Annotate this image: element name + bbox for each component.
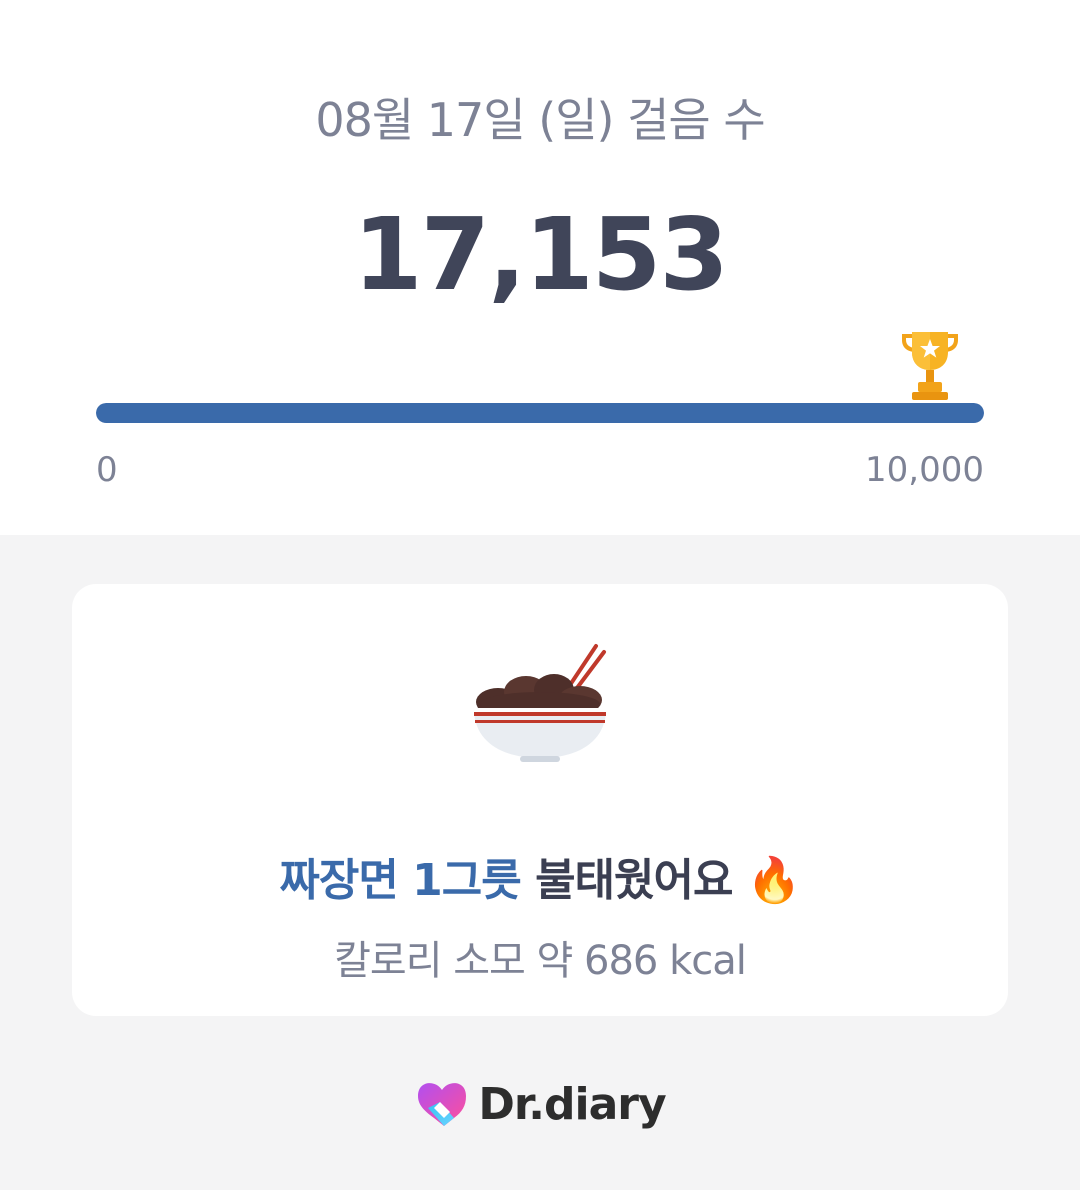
fire-icon: 🔥 (746, 855, 802, 906)
calorie-text: 칼로리 소모 약 686 kcal (334, 938, 747, 984)
step-progress-bar (96, 403, 984, 423)
burned-text: 불태웠어요 (535, 855, 733, 906)
brand-footer: Dr.diary (0, 1072, 1080, 1136)
brand-name: Dr.diary (478, 1078, 666, 1130)
step-count: 17,153 (353, 196, 729, 313)
calorie-headline: 짜장면 1그릇 불태웠어요 🔥 (72, 844, 1008, 908)
steps-summary-panel: 08월 17일 (일) 걸음 수 17,153 0 10,000 (0, 0, 1080, 535)
progress-scale-max: 10,000 (865, 450, 984, 490)
jajangmyeon-bowl-icon (474, 644, 606, 762)
progress-scale-min: 0 (96, 450, 118, 490)
step-progress-fill (96, 403, 984, 423)
trophy-icon (902, 332, 958, 400)
food-equivalent: 짜장면 1그릇 (279, 855, 521, 906)
heart-logo-icon (418, 1083, 467, 1126)
calorie-card: 짜장면 1그릇 불태웠어요 🔥 칼로리 소모 약 686 kcal (72, 584, 1008, 1016)
date-title: 08월 17일 (일) 걸음 수 (315, 93, 765, 147)
